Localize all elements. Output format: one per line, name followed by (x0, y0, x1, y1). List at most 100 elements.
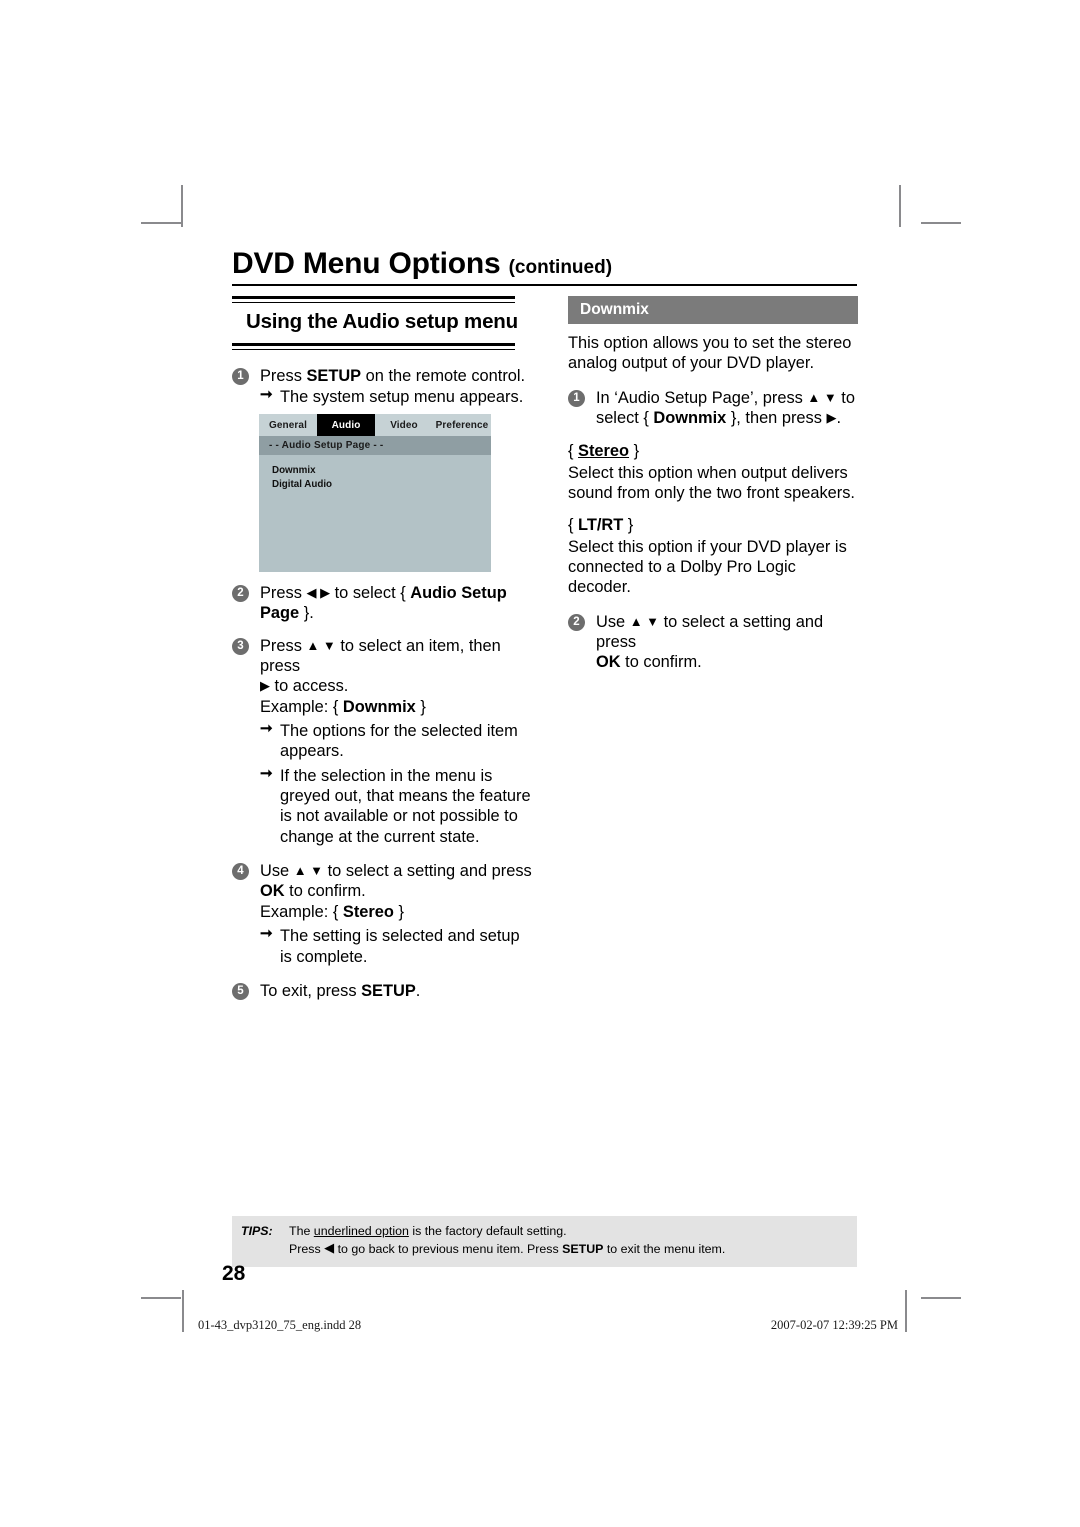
step-5-lead: To exit, press (260, 981, 362, 1000)
step-3-result-1-text: The options for the selected item appear… (280, 722, 518, 761)
print-footer: 01-43_dvp3120_75_eng.indd 28 2007-02-07 … (198, 1318, 898, 1333)
step-4-result-text: The setting is selected and setup is com… (280, 927, 520, 966)
step-3: 3 Press ▲ ▼ to select an item, then pres… (232, 636, 532, 847)
step-3-example-value: Downmix (342, 697, 416, 716)
audio-setup-section-heading: Using the Audio setup menu (232, 296, 518, 350)
downmix-step-1: 1 In ‘Audio Setup Page’, press ▲ ▼ to se… (568, 388, 858, 429)
step-4-line2: OK to confirm. (260, 881, 532, 901)
crop-mark-bottom-left-vertical (182, 1290, 184, 1332)
step-3-lead: Press (260, 636, 307, 655)
screen-menu-item-downmix[interactable]: Downmix (272, 464, 491, 478)
option-ltrt-label: { LT/RT } (568, 515, 858, 535)
screen-menu-list: Downmix Digital Audio (259, 455, 491, 492)
page-title: DVD Menu Options (continued) (232, 248, 857, 280)
step-1: 1 Press SETUP on the remote control. ➞ T… (232, 366, 528, 408)
step-number-3: 3 (232, 637, 249, 655)
tips-line-1-underlined: underlined option (313, 1224, 409, 1238)
page-title-continued: (continued) (508, 257, 613, 278)
up-down-arrow-icon: ▲ ▼ (306, 637, 336, 653)
brace-open: { (568, 516, 579, 535)
step-1-result: ➞ The system setup menu appears. (260, 386, 528, 407)
downmix-step-2-line2: OK to confirm. (596, 652, 858, 672)
screen-menu-item-digital-audio[interactable]: Digital Audio (272, 478, 491, 492)
downmix-intro-paragraph: This option allows you to set the stereo… (568, 334, 852, 373)
downmix-step-2: 2 Use ▲ ▼ to select a setting and press … (568, 612, 858, 673)
screen-tab-preference[interactable]: Preference (433, 414, 491, 436)
option-ltrt-value: LT/RT (578, 516, 624, 535)
step-1-lead: Press (260, 367, 307, 385)
step-number-4: 4 (232, 863, 249, 881)
setup-screen-tabbar: General Audio Video Preference (259, 414, 491, 436)
step-2: 2 Press ◀ ▶ to select { Audio Setup Page… (232, 583, 532, 624)
option-stereo-label: { Stereo } (568, 441, 858, 461)
downmix-step-1-tail: }, then press (726, 409, 827, 428)
arrow-icon: ➞ (260, 764, 273, 782)
option-stereo-value: Stereo (578, 442, 630, 461)
crop-mark-bottom-right-horizontal (921, 1297, 961, 1299)
step-5-key: SETUP (361, 981, 416, 1000)
step-3-example-tail: } (415, 697, 426, 716)
left-right-arrow-icon: ◀ ▶ (306, 585, 331, 600)
document-page: DVD Menu Options (continued) Using the A… (0, 0, 1080, 1527)
arrow-icon: ➞ (260, 925, 273, 943)
step-5: 5 To exit, press SETUP. (232, 981, 532, 1001)
tips-row-1: TIPS: The underlined option is the facto… (232, 1223, 857, 1241)
page-number: 28 (222, 1262, 246, 1285)
downmix-step-2-key: OK (596, 653, 621, 672)
up-down-arrow-icon: ▲ ▼ (807, 389, 837, 405)
tips-line-2-mid: to go back to previous menu item. Press (334, 1241, 563, 1256)
brace-close: } (623, 516, 634, 535)
step-3-line2: ▶ to access. (260, 676, 532, 696)
step-1-result-text: The system setup menu appears. (280, 388, 524, 407)
step-number-5: 5 (232, 982, 249, 1000)
tips-line-2-post: to exit the menu item. (603, 1241, 726, 1256)
downmix-step-1-key: Downmix (653, 409, 727, 428)
right-arrow-icon: ▶ (260, 678, 270, 694)
option-ltrt-description: Select this option if your DVD player is… (568, 537, 847, 597)
tips-line-1-pre: The (289, 1224, 314, 1238)
tips-line-2-key: SETUP (562, 1241, 604, 1256)
screen-tab-video[interactable]: Video (375, 414, 433, 436)
left-column: Using the Audio setup menu 1 Press SETUP… (232, 296, 528, 408)
step-1-tail: on the remote control. (361, 367, 526, 385)
downmix-section-title: Downmix (568, 296, 858, 324)
downmix-step-1-line2: select { Downmix }, then press ▶. (596, 408, 858, 428)
crop-mark-top-right-horizontal (921, 222, 961, 224)
right-column: Downmix This option allows you to set th… (568, 296, 858, 673)
left-arrow-icon: ◀ (324, 1239, 335, 1255)
title-divider (232, 283, 857, 286)
arrow-icon: ➞ (260, 720, 273, 738)
step-4-mid: to select a setting and press (323, 862, 532, 881)
step-4-result: ➞ The setting is selected and setup is c… (260, 925, 532, 967)
step-3-tail: to access. (270, 677, 349, 696)
tips-label: TIPS: (241, 1224, 273, 1238)
step-4-example-tail: } (393, 902, 404, 921)
crop-mark-top-left-horizontal (141, 222, 181, 224)
step-4: 4 Use ▲ ▼ to select a setting and press … (232, 861, 532, 967)
crop-mark-bottom-left-horizontal (141, 1297, 181, 1299)
step-4-example-lead: Example: { (260, 902, 343, 921)
right-arrow-icon: ▶ (826, 410, 837, 426)
step-3-result-1: ➞ The options for the selected item appe… (260, 720, 532, 762)
brace-close: } (629, 442, 640, 461)
step-4-example-value: Stereo (342, 902, 394, 921)
downmix-step-2-tail: to confirm. (620, 653, 702, 672)
heading-rule-bottom (232, 343, 515, 350)
up-down-arrow-icon: ▲ ▼ (293, 863, 324, 879)
screen-tab-audio[interactable]: Audio (317, 414, 375, 436)
downmix-step-1-lead: In ‘Audio Setup Page’, press (596, 388, 808, 407)
downmix-step-1-end: . (836, 409, 842, 428)
crop-mark-top-right-vertical (899, 185, 901, 227)
footer-timestamp: 2007-02-07 12:39:25 PM (770, 1318, 898, 1332)
step-3-result-2-text: If the selection in the menu is greyed o… (280, 766, 531, 846)
downmix-step-2-lead: Use (596, 612, 630, 631)
footer-filename: 01-43_dvp3120_75_eng.indd 28 (198, 1318, 362, 1332)
screen-tab-general[interactable]: General (259, 414, 317, 436)
dvd-setup-screen-mock: General Audio Video Preference - - Audio… (259, 414, 491, 572)
tips-line-1-post: is the factory default setting. (408, 1224, 567, 1238)
step-3-result-2: ➞ If the selection in the menu is greyed… (260, 764, 532, 847)
tips-row-2: Press ◀ to go back to previous menu item… (232, 1241, 857, 1259)
step-2-mid: to select { (330, 584, 411, 602)
step-1-key: SETUP (306, 367, 362, 385)
downmix-step-1-mid-to: to (836, 388, 855, 407)
